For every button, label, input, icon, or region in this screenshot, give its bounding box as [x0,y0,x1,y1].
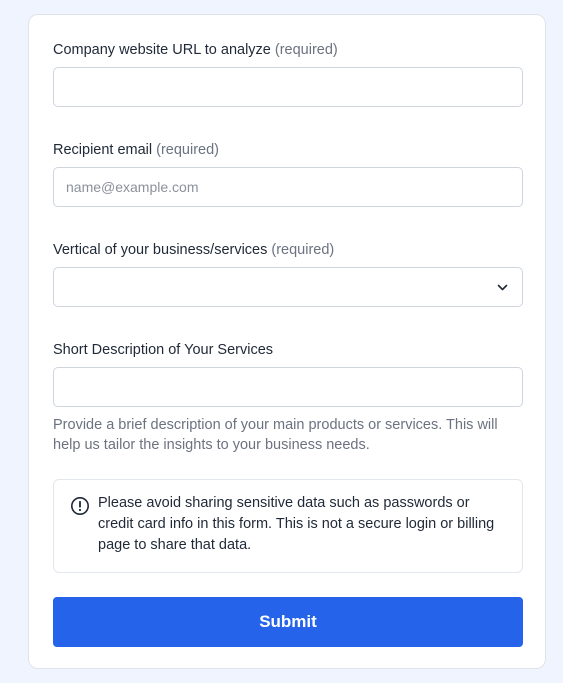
email-label-text: Recipient email [53,142,153,158]
website-field-group: Company website URL to analyze (required) [53,41,523,107]
description-input[interactable] [53,367,523,407]
website-label-text: Company website URL to analyze [53,42,271,58]
security-notice: Please avoid sharing sensitive data such… [53,479,523,573]
required-marker: (required) [156,142,219,158]
description-field-group: Short Description of Your Services Provi… [53,341,523,453]
submit-button[interactable]: Submit [53,597,523,647]
chevron-down-icon [497,284,508,291]
website-label: Company website URL to analyze (required) [53,41,523,59]
form-card: Company website URL to analyze (required)… [28,14,546,669]
required-marker: (required) [271,242,335,258]
description-help-text: Provide a brief description of your main… [53,417,498,453]
website-url-input[interactable] [53,67,523,107]
security-notice-text: Please avoid sharing sensitive data such… [98,495,495,553]
required-marker: (required) [274,42,338,58]
vertical-field-group: Vertical of your business/services (requi… [53,241,523,307]
description-label-text: Short Description of Your Services [53,342,274,358]
email-field-group: Recipient email (required) [53,141,523,207]
vertical-select[interactable] [53,267,523,307]
vertical-label-text: Vertical of your business/services [53,242,268,258]
email-input[interactable] [53,167,523,207]
info-circle-icon [71,497,89,515]
email-label: Recipient email (required) [53,141,523,159]
vertical-label: Vertical of your business/services (requi… [53,241,523,259]
description-label: Short Description of Your Services [53,341,523,359]
